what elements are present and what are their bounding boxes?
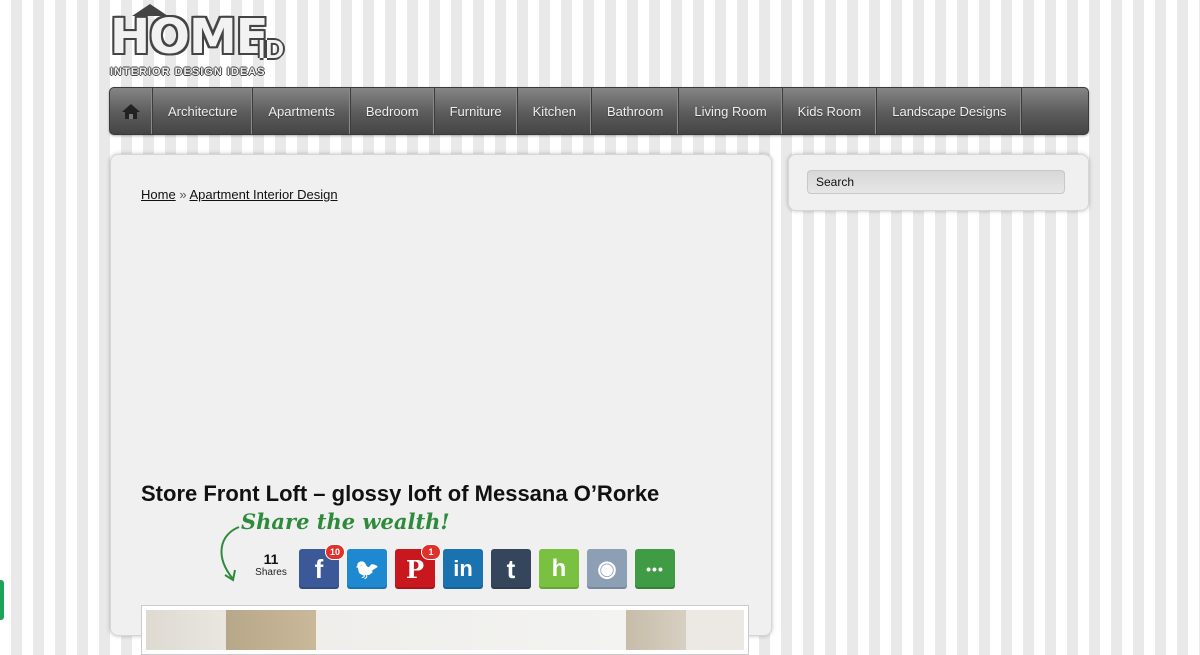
- main-navigation: Architecture Apartments Bedroom Furnitur…: [109, 87, 1089, 135]
- tumblr-icon: t: [506, 553, 516, 584]
- linkedin-icon: in: [453, 556, 473, 581]
- tumblr-share-button[interactable]: t: [491, 549, 531, 589]
- post-title: Store Front Loft – glossy loft of Messan…: [141, 481, 660, 506]
- linkedin-share-button[interactable]: in: [443, 549, 483, 589]
- nav-item-landscape-designs[interactable]: Landscape Designs: [877, 88, 1023, 134]
- pinterest-icon: P: [405, 554, 425, 584]
- twitter-share-button[interactable]: 🐦: [347, 549, 387, 589]
- more-share-options-button[interactable]: •••: [635, 549, 675, 589]
- sidebar-search-widget: [788, 154, 1089, 211]
- share-heading: Share the wealth!: [241, 509, 450, 534]
- share-count-label: Shares: [255, 567, 287, 578]
- main-content-panel: Home » Apartment Interior Design Store F…: [110, 154, 772, 655]
- nav-item-kids-room[interactable]: Kids Room: [783, 88, 878, 134]
- nav-item-kitchen[interactable]: Kitchen: [518, 88, 593, 134]
- nav-item-furniture[interactable]: Furniture: [435, 88, 518, 134]
- nav-item-bathroom[interactable]: Bathroom: [592, 88, 680, 134]
- share-count: 11 Shares: [249, 551, 293, 578]
- breadcrumb-category-link[interactable]: Apartment Interior Design: [189, 187, 337, 202]
- houzz-share-button[interactable]: h: [539, 549, 579, 589]
- reddit-share-button[interactable]: ◉: [587, 549, 627, 589]
- breadcrumb-home-link[interactable]: Home: [141, 187, 176, 202]
- pinterest-share-badge: 1: [421, 544, 441, 560]
- breadcrumb: Home » Apartment Interior Design: [141, 187, 338, 202]
- nav-item-bedroom[interactable]: Bedroom: [351, 88, 435, 134]
- nav-home-button[interactable]: [110, 88, 153, 134]
- breadcrumb-separator: »: [179, 187, 187, 202]
- home-icon: [122, 103, 140, 119]
- logo-word: HOME: [110, 9, 269, 65]
- curved-arrow-icon: [220, 526, 240, 582]
- reddit-icon: ◉: [597, 556, 617, 581]
- nav-item-apartments[interactable]: Apartments: [253, 88, 351, 134]
- twitter-icon: 🐦: [354, 558, 380, 581]
- search-input[interactable]: [807, 170, 1065, 194]
- houzz-icon: h: [551, 555, 567, 582]
- facebook-share-button[interactable]: f 10: [299, 544, 345, 589]
- site-logo[interactable]: HOME ID INTERIOR DESIGN IDEAS: [110, 4, 296, 82]
- logo-tagline: INTERIOR DESIGN IDEAS: [110, 66, 266, 78]
- facebook-icon: f: [314, 553, 324, 584]
- logo-suffix: ID: [258, 34, 284, 64]
- facebook-share-badge: 10: [325, 544, 345, 560]
- post-featured-image: [141, 605, 749, 655]
- more-options-icon: •••: [646, 561, 664, 577]
- pinterest-share-button[interactable]: P 1: [395, 544, 441, 589]
- share-count-number: 11: [263, 551, 279, 567]
- nav-item-architecture[interactable]: Architecture: [153, 88, 254, 134]
- loft-photo: [146, 610, 744, 650]
- floating-share-tab[interactable]: [0, 580, 4, 620]
- nav-item-living-room[interactable]: Living Room: [679, 88, 783, 134]
